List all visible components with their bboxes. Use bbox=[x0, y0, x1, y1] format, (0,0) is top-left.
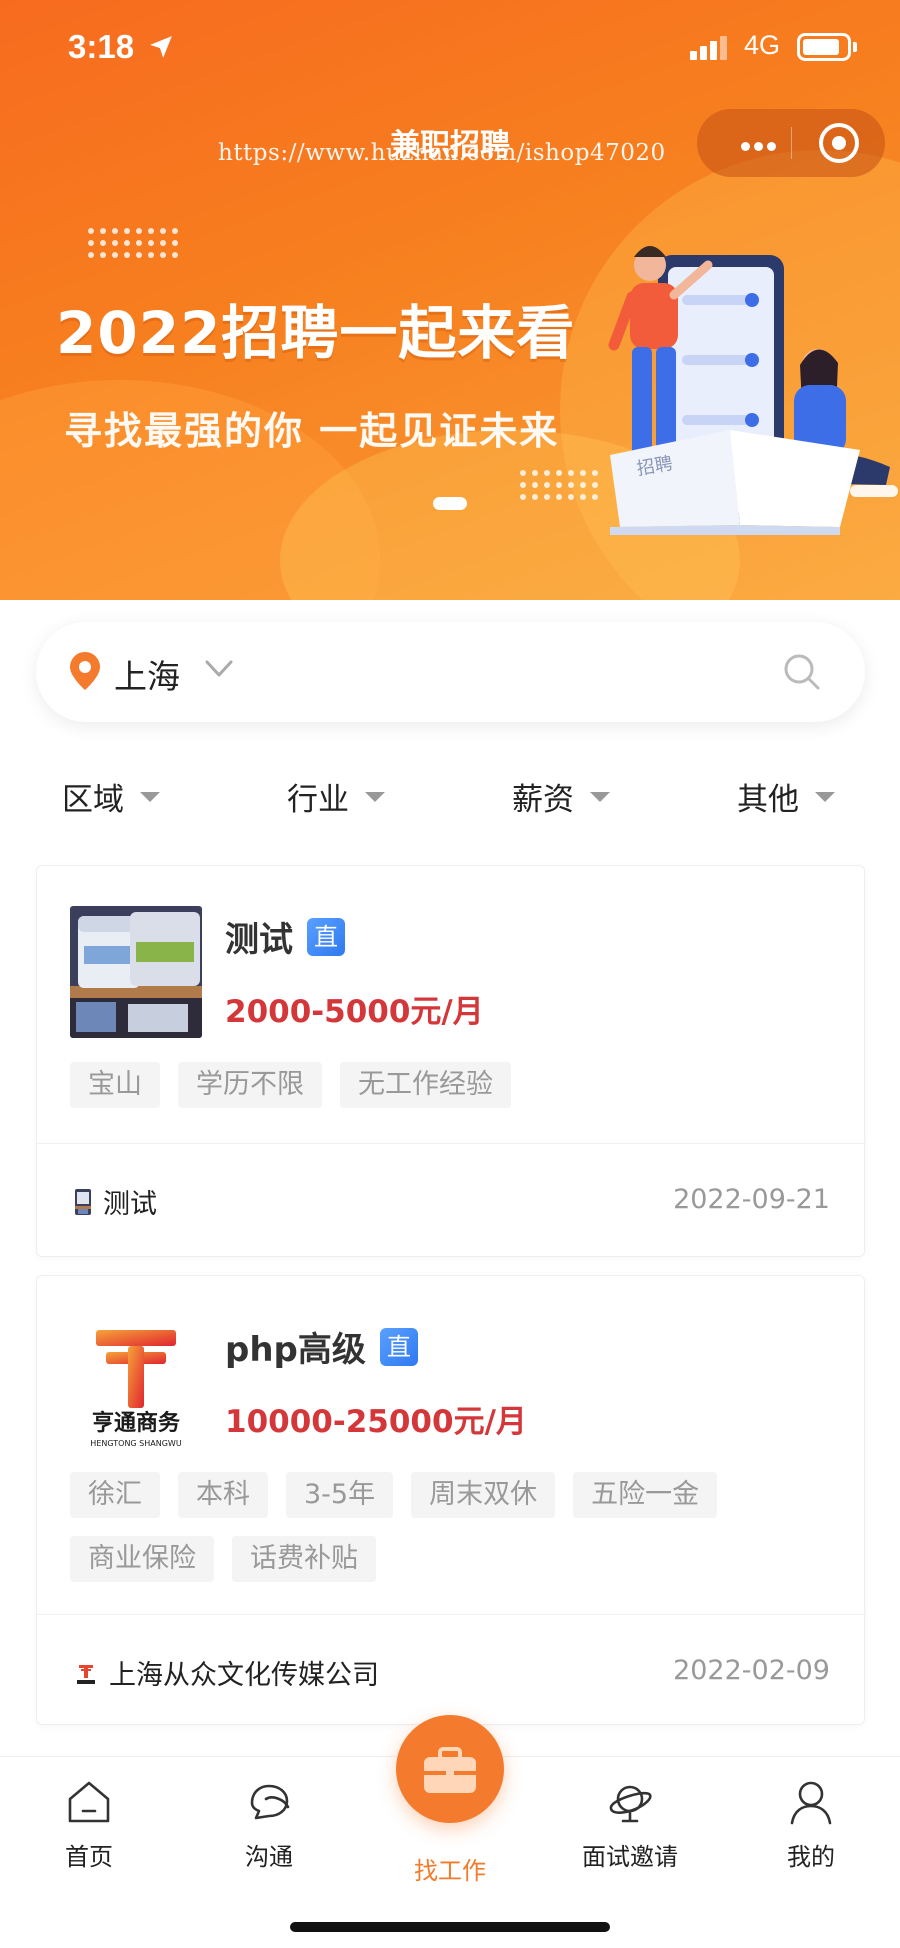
close-miniprogram-icon[interactable] bbox=[819, 123, 859, 163]
post-date: 2022-02-09 bbox=[673, 1655, 830, 1686]
chevron-down-icon[interactable] bbox=[204, 658, 234, 680]
recruitment-illustration: 招聘 bbox=[608, 246, 898, 535]
job-tag: 周末双休 bbox=[411, 1472, 556, 1518]
filter-label: 区域 bbox=[62, 782, 124, 818]
job-title: 测试 bbox=[225, 920, 293, 960]
filter-salary[interactable]: 薪资 bbox=[512, 774, 610, 819]
direct-badge: 直 bbox=[379, 1327, 418, 1366]
city-selector[interactable]: 上海 bbox=[114, 650, 180, 698]
dot-grid-decoration bbox=[520, 470, 598, 500]
briefcase-icon bbox=[424, 1747, 476, 1793]
job-tag: 无工作经验 bbox=[340, 1062, 511, 1108]
tab-label: 沟通 bbox=[245, 1843, 293, 1871]
company-name: 测试 bbox=[103, 1189, 157, 1220]
job-thumbnail bbox=[70, 906, 202, 1038]
company-logo bbox=[75, 1188, 91, 1215]
filter-label: 其他 bbox=[737, 782, 799, 818]
filter-area[interactable]: 区域 bbox=[62, 774, 160, 819]
job-card[interactable]: 测试 直 2000-5000元/月 宝山 学历不限 无工作经验 测试 2022-… bbox=[36, 865, 866, 1257]
job-thumbnail: 亨通商务 HENGTONG SHANGWU bbox=[70, 1320, 202, 1452]
banner[interactable]: 3:18 4G 兼职招聘 https://www.huzhan.com/isho… bbox=[0, 0, 900, 600]
filter-industry[interactable]: 行业 bbox=[287, 774, 385, 819]
dropdown-triangle-icon bbox=[365, 791, 385, 802]
job-tags: 宝山 学历不限 无工作经验 bbox=[70, 1062, 840, 1108]
dropdown-triangle-icon bbox=[140, 791, 160, 802]
find-job-button[interactable] bbox=[396, 1715, 504, 1823]
carousel-indicator bbox=[433, 497, 467, 510]
location-arrow-icon bbox=[150, 36, 172, 58]
more-icon[interactable] bbox=[741, 136, 780, 155]
job-tag: 话费补贴 bbox=[232, 1536, 376, 1582]
home-icon bbox=[68, 1781, 110, 1823]
watermark-text: https://www.huzhan.com/ishop47020 bbox=[218, 140, 666, 166]
search-icon[interactable] bbox=[782, 652, 822, 692]
banner-headline: 2022招聘一起来看 bbox=[56, 299, 576, 367]
job-tag: 3-5年 bbox=[286, 1472, 394, 1518]
tab-label: 首页 bbox=[65, 1843, 113, 1871]
job-card[interactable]: 亨通商务 HENGTONG SHANGWU php高级 直 10000-2500… bbox=[36, 1275, 866, 1725]
filter-label: 行业 bbox=[287, 782, 349, 818]
job-title: php高级 bbox=[225, 1330, 366, 1370]
banner-subline: 寻找最强的你 一起见证未来 bbox=[64, 409, 560, 453]
dropdown-triangle-icon bbox=[815, 791, 835, 802]
dot-grid-decoration bbox=[88, 228, 178, 258]
direct-badge: 直 bbox=[307, 917, 345, 956]
miniprogram-capsule bbox=[697, 109, 885, 177]
chat-icon bbox=[250, 1784, 290, 1820]
tab-chat[interactable]: 沟通 bbox=[199, 1777, 339, 1872]
logo-subtext: HENGTONG SHANGWU bbox=[90, 1439, 182, 1448]
job-tag: 徐汇 bbox=[70, 1472, 160, 1518]
tab-home[interactable]: 首页 bbox=[19, 1777, 159, 1872]
job-tag: 宝山 bbox=[70, 1062, 160, 1108]
status-bar: 3:18 4G bbox=[0, 0, 900, 100]
location-pin-icon bbox=[70, 652, 100, 690]
company-logo bbox=[75, 1661, 97, 1684]
job-tags: 徐汇 本科 3-5年 周末双休 五险一金 商业保险 话费补贴 bbox=[70, 1472, 840, 1582]
filter-label: 薪资 bbox=[512, 782, 574, 818]
job-tag: 商业保险 bbox=[70, 1536, 214, 1582]
tab-profile[interactable]: 我的 bbox=[741, 1777, 881, 1872]
status-time: 3:18 bbox=[68, 28, 135, 65]
divider bbox=[37, 1143, 866, 1144]
logo-text: 亨通商务 bbox=[92, 1410, 181, 1436]
battery-icon bbox=[797, 33, 857, 61]
job-title-row: php高级 直 bbox=[225, 1322, 418, 1371]
job-salary: 10000-25000元/月 bbox=[225, 1404, 527, 1440]
job-tag: 本科 bbox=[178, 1472, 268, 1518]
post-date: 2022-09-21 bbox=[673, 1184, 830, 1215]
job-salary: 2000-5000元/月 bbox=[225, 994, 484, 1030]
network-type: 4G bbox=[744, 30, 781, 60]
job-title-row: 测试 直 bbox=[225, 912, 345, 961]
company-row: 测试 bbox=[75, 1182, 157, 1221]
search-bar[interactable]: 上海 bbox=[36, 622, 865, 722]
user-icon bbox=[790, 1781, 832, 1825]
divider bbox=[37, 1614, 866, 1615]
dropdown-triangle-icon bbox=[590, 791, 610, 802]
filter-other[interactable]: 其他 bbox=[737, 774, 835, 819]
job-tag: 五险一金 bbox=[573, 1472, 718, 1518]
job-tag: 学历不限 bbox=[178, 1062, 322, 1108]
signal-icon bbox=[690, 36, 732, 60]
tab-label: 我的 bbox=[787, 1843, 835, 1871]
tab-interview[interactable]: 面试邀请 bbox=[560, 1777, 700, 1872]
tab-label: 找工作 bbox=[414, 1857, 486, 1885]
interview-icon bbox=[609, 1785, 652, 1823]
company-row: 上海从众文化传媒公司 bbox=[75, 1653, 379, 1692]
company-name: 上海从众文化传媒公司 bbox=[109, 1660, 379, 1691]
filter-bar: 区域 行业 薪资 其他 bbox=[0, 760, 900, 830]
home-indicator bbox=[290, 1922, 610, 1932]
tab-find-job[interactable]: 找工作 bbox=[380, 1851, 520, 1886]
tab-label: 面试邀请 bbox=[582, 1843, 678, 1871]
